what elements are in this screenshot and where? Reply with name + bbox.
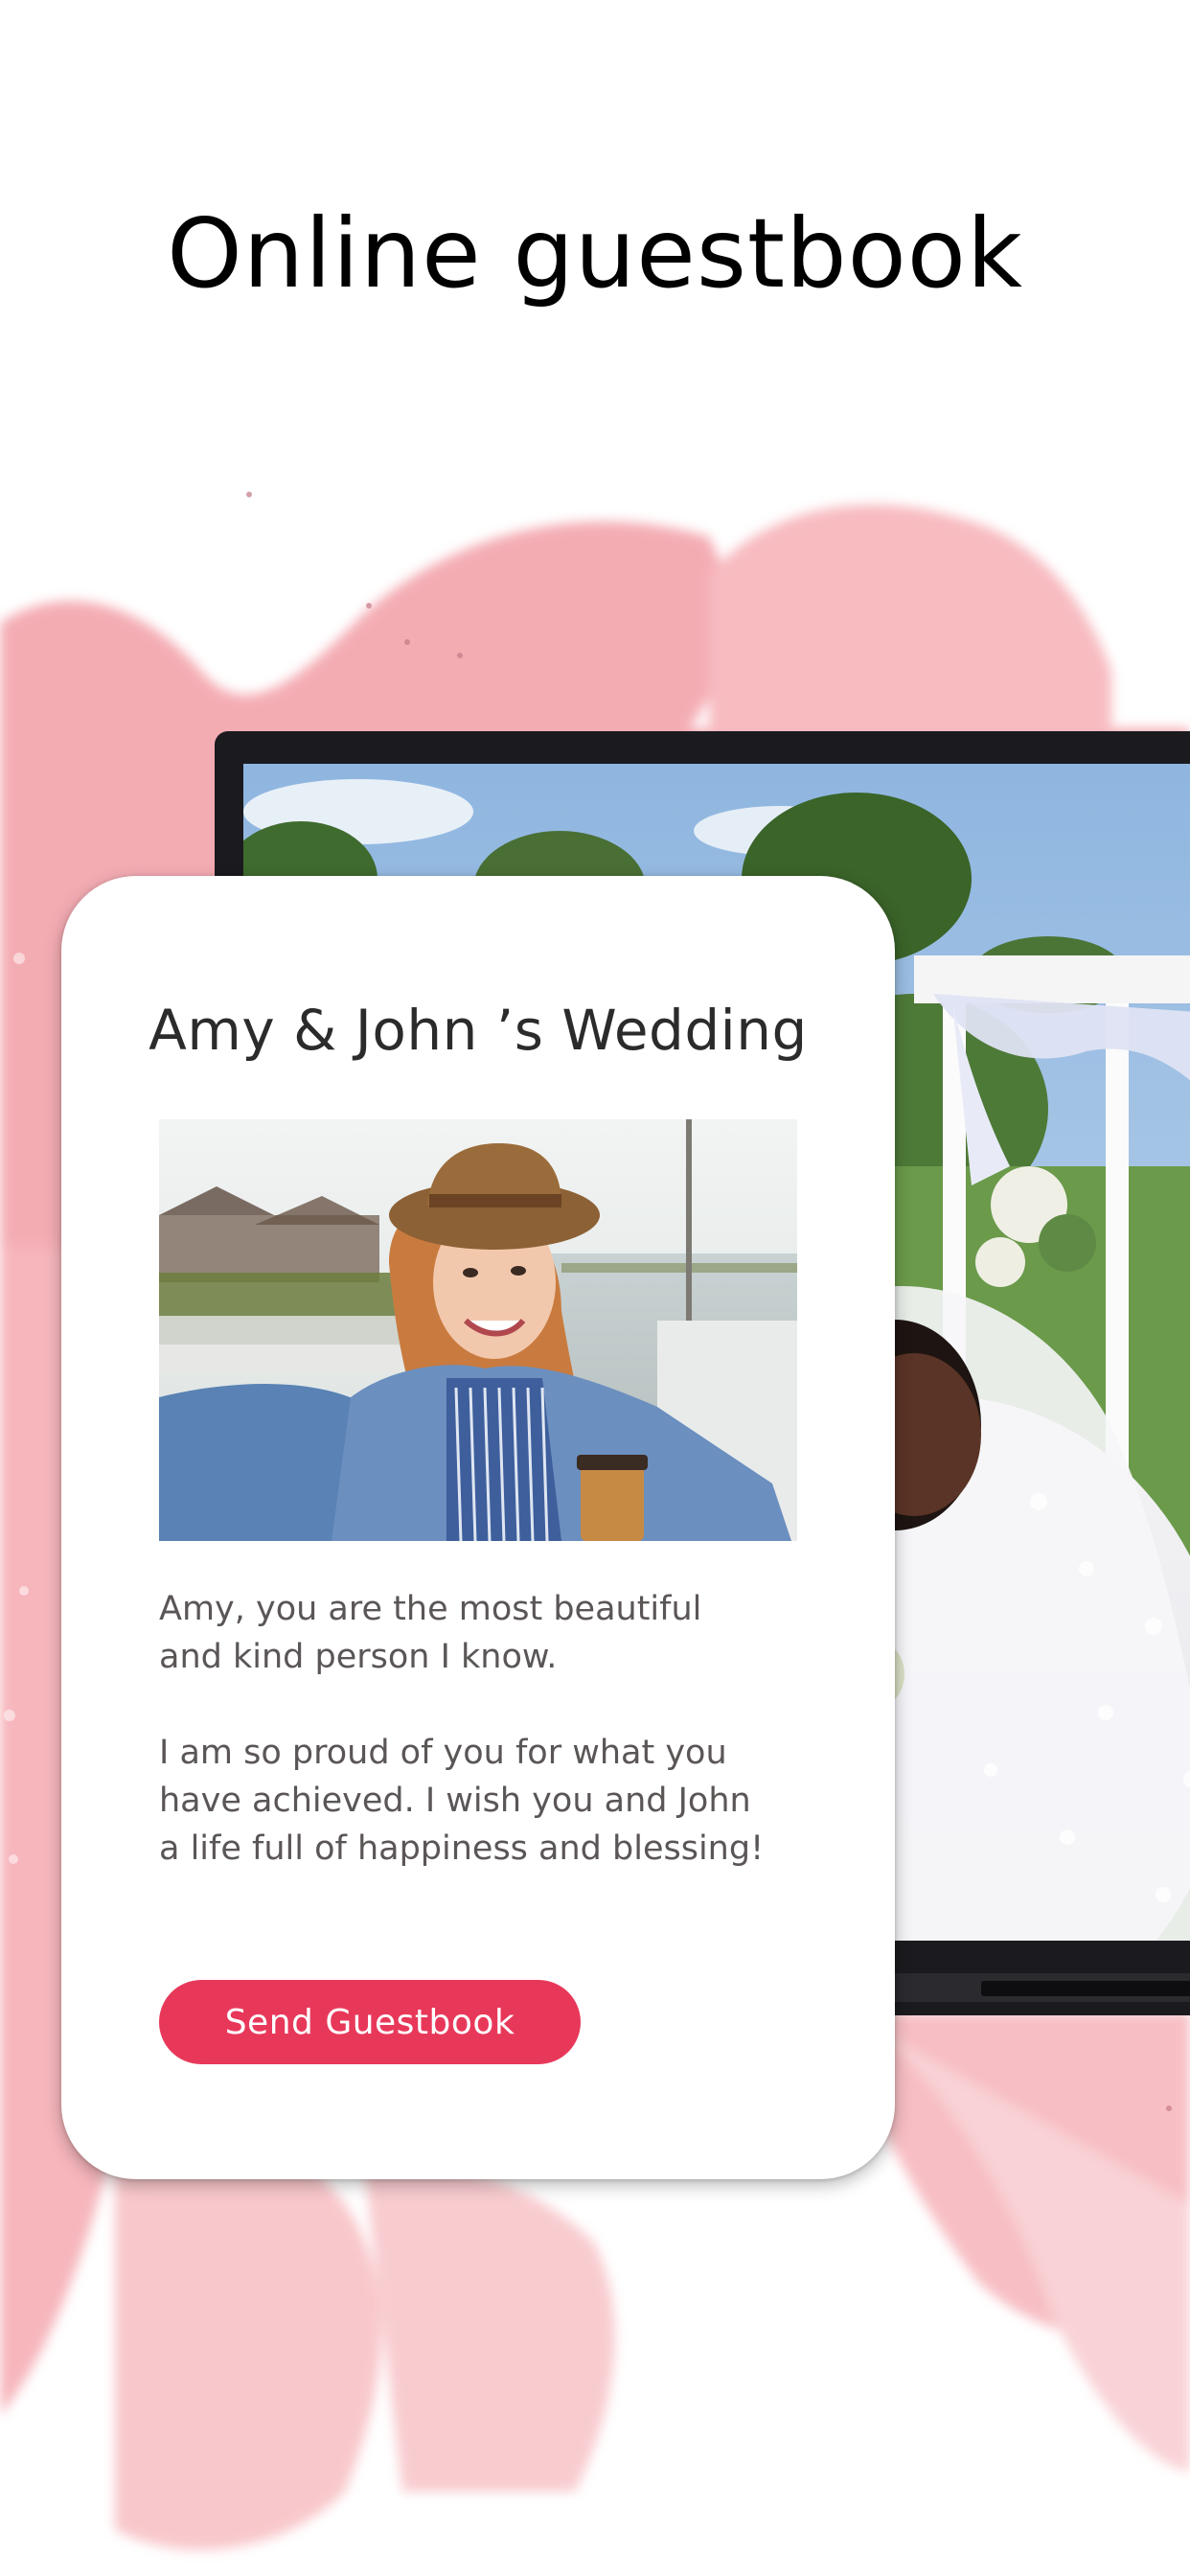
guest-selfie-photo	[159, 1119, 797, 1541]
message-paragraph: Amy, you are the most beautiful and kind…	[159, 1590, 702, 1676]
monitor-bezel-slot	[981, 1981, 1190, 1996]
guestbook-card: Amy & John ’s Wedding Amy, you are the m…	[61, 876, 895, 2179]
guest-message: Amy, you are the most beautiful and kind…	[159, 1585, 772, 1873]
message-paragraph: I am so proud of you for what you have a…	[159, 1734, 765, 1868]
send-guestbook-button[interactable]: Send Guestbook	[159, 1980, 581, 2064]
page-headline: Online guestbook	[167, 197, 1023, 310]
wedding-title: Amy & John ’s Wedding	[149, 998, 808, 1063]
